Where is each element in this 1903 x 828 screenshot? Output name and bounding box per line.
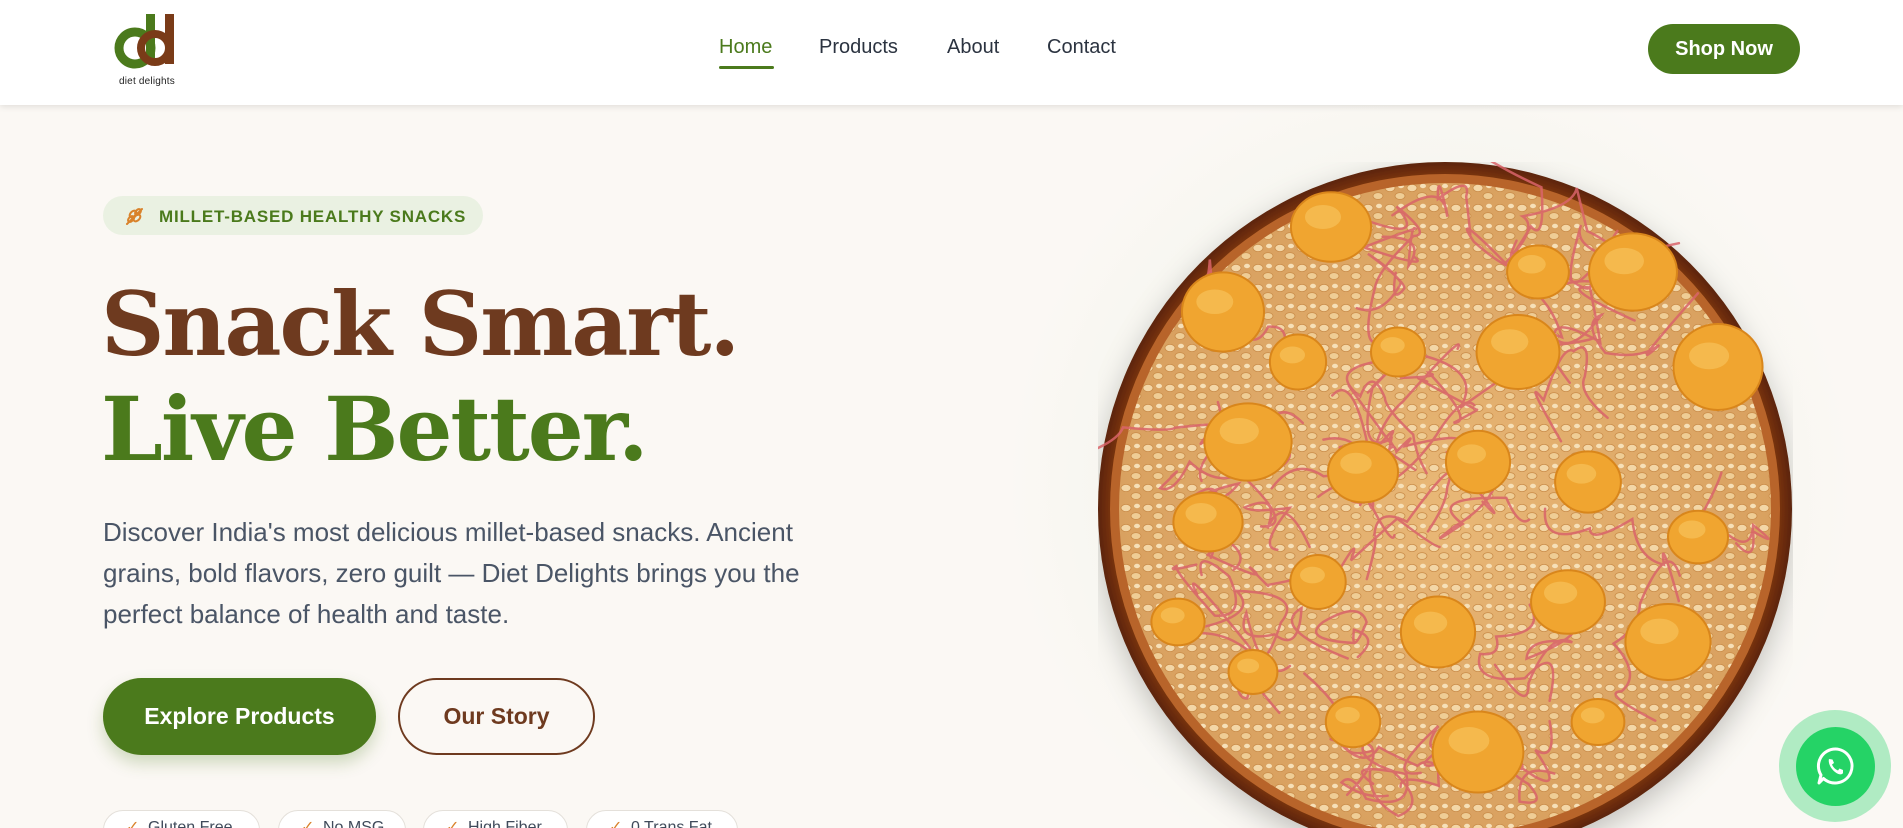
hero-title-line2: Live Better.	[101, 377, 649, 481]
nav-home[interactable]: Home	[719, 36, 772, 59]
check-icon: ✓	[609, 819, 623, 828]
nav-about[interactable]: About	[947, 36, 999, 59]
wheat-icon	[123, 204, 147, 228]
feature-chip-label: Gluten Free	[148, 819, 233, 828]
feature-chip: ✓ 0 Trans Fat	[586, 810, 738, 828]
brand-logo[interactable]: diet delights	[113, 10, 189, 90]
logo-text: diet delights	[119, 76, 175, 87]
shop-now-button[interactable]: Shop Now	[1648, 24, 1800, 74]
snack-bowl-image	[1098, 162, 1793, 828]
check-icon: ✓	[126, 819, 140, 828]
whatsapp-icon	[1816, 747, 1854, 785]
nav-active-underline	[719, 66, 774, 69]
check-icon: ✓	[446, 819, 460, 828]
site-header: diet delights Home Products About Contac…	[0, 0, 1903, 105]
nav-products[interactable]: Products	[819, 36, 898, 59]
whatsapp-button[interactable]	[1796, 727, 1875, 806]
feature-chip: ✓ No MSG	[278, 810, 406, 828]
check-icon: ✓	[301, 819, 315, 828]
feature-chip-label: High Fiber	[468, 819, 542, 828]
hero-description: Discover India's most delicious millet-b…	[103, 517, 800, 629]
feature-chip: ✓ High Fiber	[423, 810, 568, 828]
badge-text: MILLET-BASED HEALTHY SNACKS	[159, 207, 467, 226]
feature-chip: ✓ Gluten Free	[103, 810, 260, 828]
feature-chip-label: 0 Trans Fat	[631, 819, 712, 828]
feature-chip-label: No MSG	[323, 819, 385, 828]
nav-contact[interactable]: Contact	[1047, 36, 1116, 59]
hero-title-line1: Snack Smart.	[101, 272, 740, 376]
explore-products-button[interactable]: Explore Products	[103, 678, 376, 755]
category-badge: MILLET-BASED HEALTHY SNACKS	[103, 196, 483, 235]
our-story-button[interactable]: Our Story	[398, 678, 595, 755]
